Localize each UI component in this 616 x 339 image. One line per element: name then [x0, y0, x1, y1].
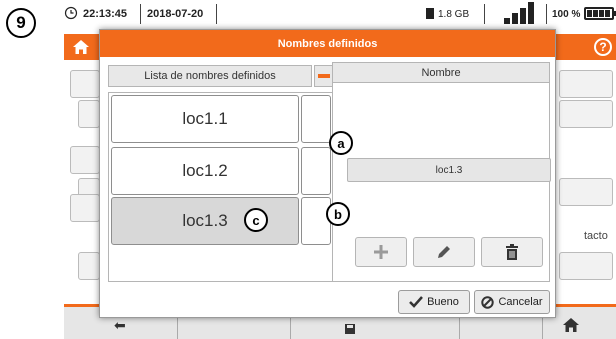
name-field[interactable]: loc1.3 [347, 158, 551, 182]
step-marker: 9 [6, 8, 36, 38]
status-divider [484, 4, 485, 24]
battery-percent: 100 % [552, 9, 581, 20]
bottom-divider [459, 315, 460, 339]
background-row [70, 146, 100, 174]
sd-card-icon [426, 8, 434, 19]
background-row [70, 194, 100, 222]
cancel-icon [481, 295, 495, 309]
edit-button[interactable] [413, 237, 475, 267]
callout-c: c [244, 208, 268, 232]
add-button[interactable] [355, 237, 407, 267]
trash-icon [506, 244, 518, 260]
background-row [78, 252, 100, 280]
status-date: 2018-07-20 [147, 8, 204, 20]
delete-button[interactable] [481, 237, 543, 267]
defined-names-dialog: Nombres definidos Lista de nombres defin… [99, 29, 556, 318]
name-detail-panel: Nombre loc1.3 [332, 62, 551, 282]
status-divider [216, 4, 217, 24]
list-toggle-button[interactable] [314, 65, 334, 87]
status-divider [546, 4, 547, 24]
back-icon[interactable]: ⬅ [114, 317, 126, 334]
status-time: 22:13:45 [83, 8, 128, 20]
list-item-side[interactable] [301, 95, 331, 143]
list-item-label: loc1.3 [182, 211, 228, 230]
plus-icon [374, 245, 388, 259]
home-icon[interactable] [562, 316, 580, 334]
clock-icon [64, 6, 78, 20]
dialog-title: Nombres definidos [100, 30, 555, 57]
status-bar: 22:13:45 2018-07-20 1.8 GB 100 % ⏚ [64, 0, 616, 30]
memory-usage: 1.8 GB [438, 9, 470, 20]
names-list: loc1.1 loc1.2 loc1.3 [108, 92, 333, 282]
list-item[interactable]: loc1.2 [111, 147, 299, 195]
callout-a: a [329, 131, 353, 155]
ok-button[interactable]: Bueno [398, 290, 470, 314]
battery-icon [584, 7, 616, 20]
pencil-icon [438, 246, 450, 258]
background-row [559, 252, 613, 280]
background-row [559, 70, 613, 98]
status-divider [140, 4, 141, 24]
list-item-side[interactable] [301, 147, 331, 195]
callout-b: b [326, 202, 350, 226]
list-item-label: loc1.2 [182, 161, 228, 180]
background-row [559, 178, 613, 206]
check-icon [409, 296, 424, 308]
bottom-divider [290, 315, 291, 339]
cancel-button[interactable]: Cancelar [474, 290, 550, 314]
detail-header: Nombre [333, 63, 549, 83]
ok-button-label: Bueno [427, 296, 459, 308]
list-item-selected[interactable]: loc1.3 [111, 197, 299, 245]
background-label: tacto [584, 230, 608, 242]
list-header: Lista de nombres definidos [108, 65, 312, 87]
cancel-button-label: Cancelar [498, 296, 543, 308]
list-item-side[interactable] [301, 197, 331, 245]
background-row [78, 100, 100, 128]
bottom-divider [542, 315, 543, 339]
home-icon[interactable] [72, 38, 90, 56]
floppy-icon[interactable] [344, 323, 356, 335]
list-item-label: loc1.1 [182, 109, 228, 128]
help-icon[interactable]: ? [594, 38, 612, 56]
bottom-divider [177, 315, 178, 339]
signal-icon [504, 2, 536, 24]
background-row [559, 100, 613, 128]
list-item[interactable]: loc1.1 [111, 95, 299, 143]
background-row [70, 70, 100, 98]
